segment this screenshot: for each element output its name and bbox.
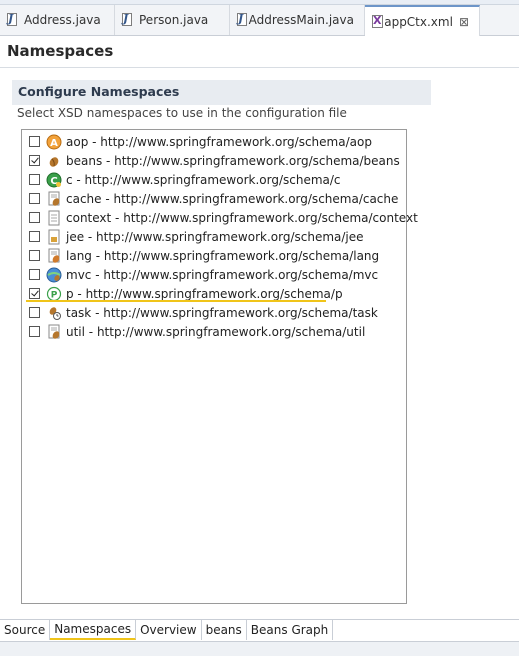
namespace-label: aop - http://www.springframework.org/sch…: [66, 134, 372, 149]
svg-text:P: P: [51, 290, 58, 300]
namespace-checkbox[interactable]: [29, 307, 40, 318]
title-divider: [0, 67, 519, 68]
highlight-underline: [26, 300, 326, 302]
aop-icon: A: [46, 134, 62, 149]
tab-beans-graph[interactable]: Beans Graph: [247, 620, 334, 640]
namespace-checkbox[interactable]: [29, 193, 40, 204]
tab-addressmain-java[interactable]: J AddressMain.java: [230, 5, 365, 35]
svg-text:A: A: [50, 138, 58, 149]
namespace-item-util[interactable]: util - http://www.springframework.org/sc…: [29, 322, 365, 341]
java-file-icon: J: [6, 12, 19, 27]
jee-icon: [48, 229, 60, 244]
namespace-item-context[interactable]: context - http://www.springframework.org…: [29, 208, 418, 227]
tab-appctx-xml[interactable]: X appCtx.xml ⊠: [365, 5, 480, 36]
java-file-icon: J: [121, 12, 134, 27]
namespace-checkbox[interactable]: [29, 212, 40, 223]
tab-beans[interactable]: beans: [202, 620, 247, 640]
tab-source[interactable]: Source: [0, 620, 51, 640]
namespace-item-cache[interactable]: cache - http://www.springframework.org/s…: [29, 189, 398, 208]
namespace-item-aop[interactable]: A aop - http://www.springframework.org/s…: [29, 132, 372, 151]
tab-address-java[interactable]: J Address.java: [0, 5, 115, 35]
util-icon: [48, 324, 60, 339]
editor-tab-bar: J Address.java J Person.java J AddressMa…: [0, 5, 519, 36]
namespace-label: jee - http://www.springframework.org/sch…: [66, 229, 364, 244]
namespace-checkbox[interactable]: [29, 231, 40, 242]
java-file-icon: J: [236, 12, 247, 27]
tab-overview[interactable]: Overview: [136, 620, 202, 640]
context-icon: [48, 210, 60, 225]
namespace-label: cache - http://www.springframework.org/s…: [66, 191, 399, 206]
tab-label: appCtx.xml: [384, 14, 453, 29]
task-icon: [49, 306, 61, 320]
tab-label: Person.java: [139, 13, 209, 27]
namespace-label: lang - http://www.springframework.org/sc…: [66, 248, 380, 263]
namespace-label: c - http://www.springframework.org/schem…: [66, 172, 341, 187]
close-tab-icon[interactable]: ⊠: [459, 15, 469, 29]
namespace-item-lang[interactable]: lang - http://www.springframework.org/sc…: [29, 246, 379, 265]
section-title: Configure Namespaces: [12, 80, 431, 105]
namespace-checkbox[interactable]: [29, 250, 40, 261]
namespace-label: util - http://www.springframework.org/sc…: [66, 324, 366, 339]
tab-person-java[interactable]: J Person.java: [115, 5, 230, 35]
namespace-item-c[interactable]: C c - http://www.springframework.org/sch…: [29, 170, 341, 189]
tab-label: Address.java: [24, 13, 101, 27]
namespace-checkbox[interactable]: [29, 288, 40, 299]
mvc-icon: [46, 267, 62, 282]
namespace-checkbox[interactable]: [29, 136, 40, 147]
views-panel-strip: [0, 641, 519, 656]
editor-page-tab-bar: Source Namespaces Overview beans Beans G…: [0, 619, 519, 641]
namespace-checkbox[interactable]: [29, 326, 40, 337]
bean-icon: [49, 156, 59, 167]
namespace-item-task[interactable]: task - http://www.springframework.org/sc…: [29, 303, 378, 322]
lang-icon: [48, 248, 60, 263]
namespace-list: A aop - http://www.springframework.org/s…: [21, 129, 418, 604]
namespace-checkbox[interactable]: [29, 155, 40, 166]
c-namespace-icon: C: [46, 172, 62, 187]
namespace-item-beans[interactable]: beans - http://www.springframework.org/s…: [29, 151, 400, 170]
tab-label: AddressMain.java: [248, 13, 354, 27]
tab-namespaces[interactable]: Namespaces: [50, 620, 137, 640]
namespace-label: context - http://www.springframework.org…: [66, 210, 418, 225]
namespace-label: p - http://www.springframework.org/schem…: [66, 286, 343, 301]
namespace-checkbox[interactable]: [29, 269, 40, 280]
xml-file-icon: X: [372, 13, 383, 28]
cache-icon: [48, 191, 60, 206]
page-title: Namespaces: [7, 42, 114, 60]
namespace-item-mvc[interactable]: mvc - http://www.springframework.org/sch…: [29, 265, 378, 284]
namespace-label: mvc - http://www.springframework.org/sch…: [66, 267, 379, 282]
namespace-checkbox[interactable]: [29, 174, 40, 185]
namespace-label: task - http://www.springframework.org/sc…: [66, 305, 378, 320]
namespace-label: beans - http://www.springframework.org/s…: [66, 153, 400, 168]
section-description: Select XSD namespaces to use in the conf…: [17, 106, 347, 120]
namespace-item-jee[interactable]: jee - http://www.springframework.org/sch…: [29, 227, 364, 246]
